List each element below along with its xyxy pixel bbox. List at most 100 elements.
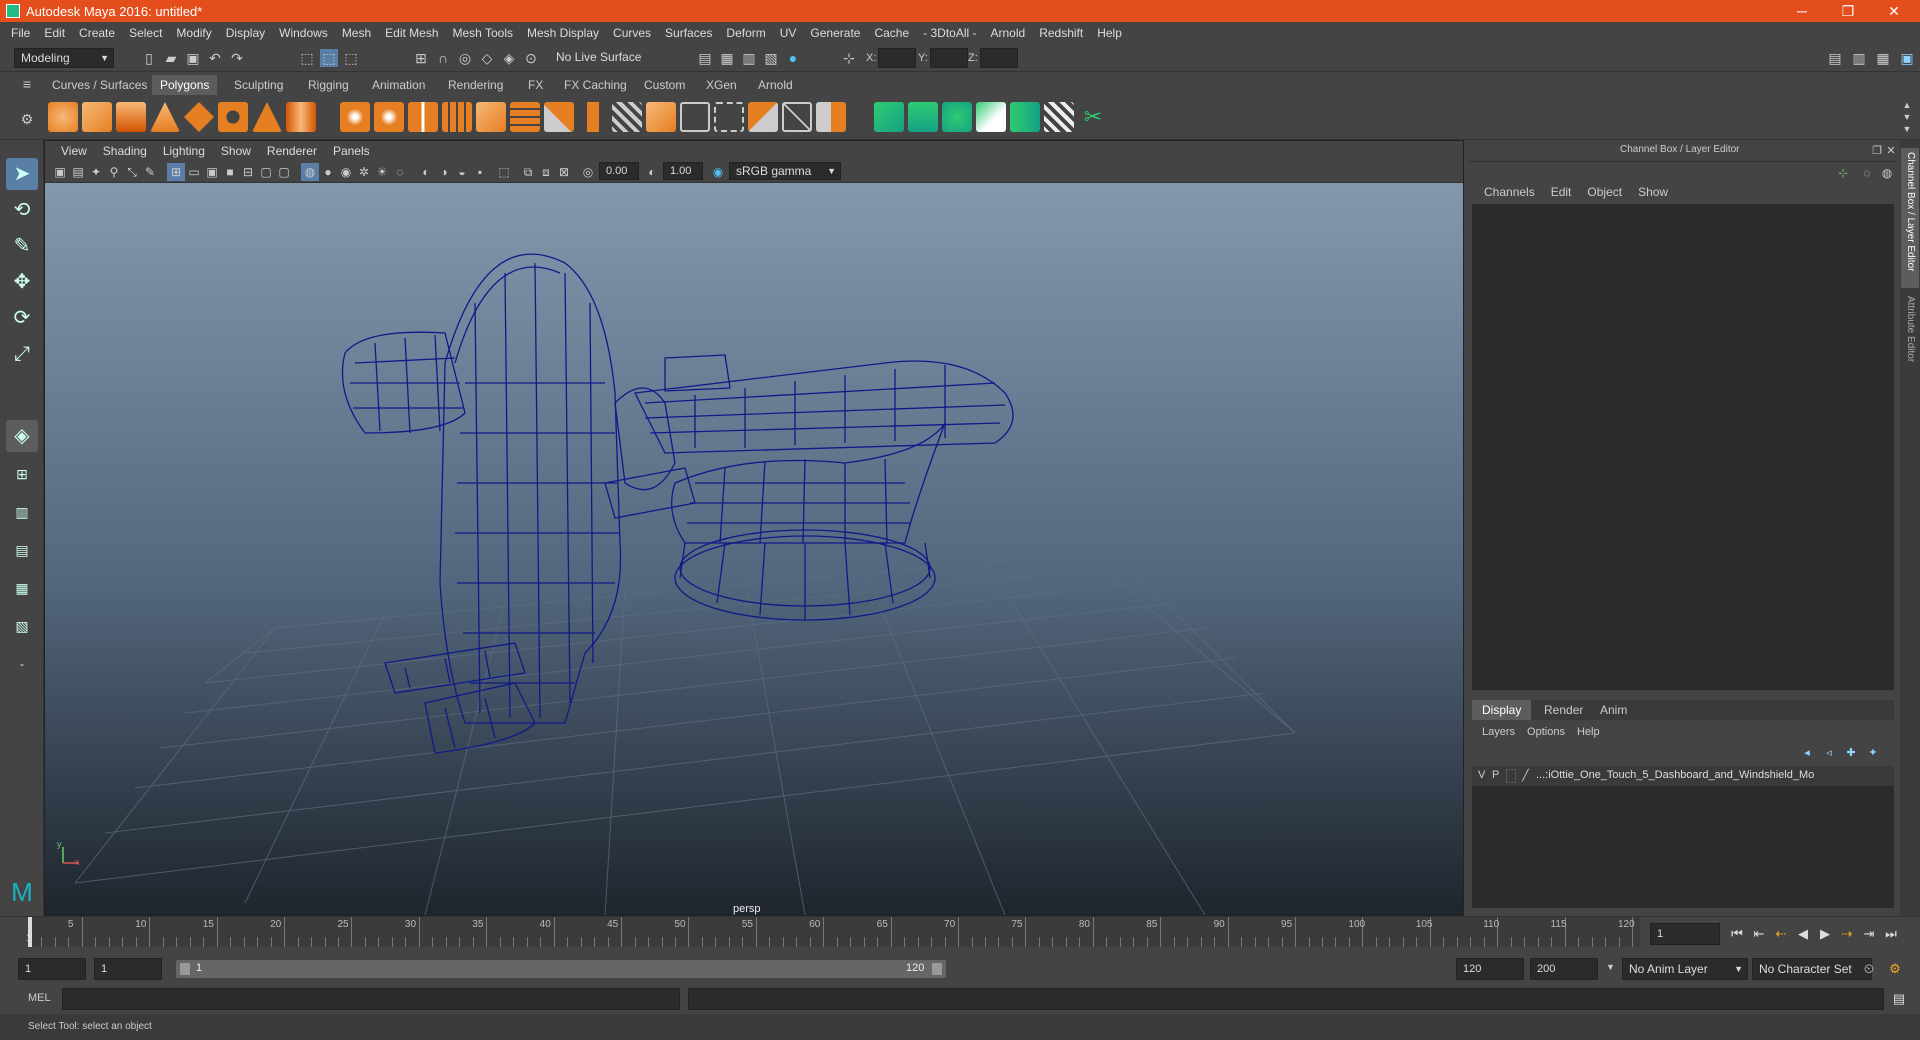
script-editor-icon[interactable]: ▤ (1890, 990, 1908, 1008)
open-scene-icon[interactable]: ▰ (162, 49, 180, 67)
attribute-editor-toggle-icon[interactable]: ▥ (1850, 49, 1868, 67)
z-field[interactable] (980, 48, 1018, 68)
close-panel-icon[interactable]: ✕ (1882, 142, 1900, 160)
shelf-menu-icon[interactable]: ≡ (18, 75, 36, 93)
cb-menu-object[interactable]: Object (1579, 185, 1630, 199)
play-forwards-icon[interactable]: ▶ (1816, 925, 1834, 943)
channel-box-toggle-icon[interactable]: ▣ (1898, 49, 1916, 67)
vp-menu-panels[interactable]: Panels (325, 144, 378, 158)
layer-display-type-toggle[interactable] (1506, 769, 1516, 783)
menu-edit-mesh[interactable]: Edit Mesh (378, 26, 445, 40)
new-layer-icon[interactable]: ✚ (1842, 744, 1860, 762)
poly-pipe-icon[interactable] (286, 102, 316, 132)
smooth-shade-icon[interactable]: ● (319, 163, 337, 181)
snap-curve-icon[interactable]: ∩ (434, 49, 452, 67)
close-button[interactable]: ✕ (1872, 0, 1916, 22)
menu-arnold[interactable]: Arnold (984, 26, 1033, 40)
vp-menu-renderer[interactable]: Renderer (259, 144, 325, 158)
multisample-aa-icon[interactable]: ◒ (453, 163, 471, 181)
color-management-icon[interactable]: ◉ (709, 163, 727, 181)
persp-outliner-layout-icon[interactable]: ▥ (6, 496, 38, 528)
new-scene-icon[interactable]: ▯ (140, 49, 158, 67)
side-tab-channel-box[interactable]: Channel Box / Layer Editor (1901, 148, 1919, 288)
exposure-field[interactable]: 0.00 (599, 162, 639, 180)
grid-toggle-icon[interactable]: ⊞ (167, 163, 185, 181)
select-tool-icon[interactable]: ➤ (6, 158, 38, 190)
append-to-polygon-icon[interactable] (748, 102, 778, 132)
extrude-icon[interactable] (578, 102, 608, 132)
layer-visibility-toggle[interactable]: V (1478, 769, 1485, 781)
snap-live-icon[interactable]: ◈ (500, 49, 518, 67)
tab-xgen[interactable]: XGen (698, 75, 745, 95)
smooth-icon[interactable] (408, 102, 438, 132)
maximize-button[interactable]: ❐ (1826, 0, 1870, 22)
cb-menu-edit[interactable]: Edit (1543, 185, 1580, 199)
tab-rigging[interactable]: Rigging (300, 75, 357, 95)
move-layer-down-icon[interactable]: ◃ (1820, 744, 1838, 762)
wireframe-icon[interactable]: ◍ (301, 163, 319, 181)
tab-arnold[interactable]: Arnold (750, 75, 801, 95)
poly-torus-icon[interactable] (218, 102, 248, 132)
current-time-indicator[interactable] (28, 917, 32, 947)
auto-key-icon[interactable]: ⏲ (1860, 960, 1878, 978)
vp-menu-show[interactable]: Show (213, 144, 259, 158)
move-tool-icon[interactable]: ✥ (6, 266, 38, 298)
bevel-icon[interactable] (646, 102, 676, 132)
transform-mode-icon[interactable]: ⊹ (840, 49, 858, 67)
poly-cube-icon[interactable] (82, 102, 112, 132)
range-bar[interactable]: 1 120 (176, 960, 946, 978)
vp-menu-view[interactable]: View (53, 144, 95, 158)
xray-components-icon[interactable]: ⊠ (555, 163, 573, 181)
xray-joints-icon[interactable]: ⧈ (537, 163, 555, 181)
channel-list[interactable] (1472, 204, 1894, 690)
tab-animation[interactable]: Animation (364, 75, 433, 95)
menu-generate[interactable]: Generate (803, 26, 867, 40)
step-back-frame-icon[interactable]: ⇠ (1772, 925, 1790, 943)
playback-end-field[interactable]: 120 (1456, 958, 1524, 980)
uv-cut-sew-icon[interactable]: ✂ (1078, 102, 1108, 132)
depth-of-field-icon[interactable]: ▪ (471, 163, 489, 181)
menu-help[interactable]: Help (1090, 26, 1129, 40)
vp-menu-lighting[interactable]: Lighting (155, 144, 213, 158)
menu-surfaces[interactable]: Surfaces (658, 26, 719, 40)
extract-icon[interactable] (476, 102, 506, 132)
checker-icon[interactable] (1044, 102, 1074, 132)
undo-icon[interactable]: ↶ (206, 49, 224, 67)
poly-sphere-icon[interactable] (48, 102, 78, 132)
3d-scene-view[interactable]: y x persp (45, 183, 1463, 916)
layer-tab-display[interactable]: Display (1472, 700, 1532, 720)
tab-fx-caching[interactable]: FX Caching (556, 75, 635, 95)
hypershade-icon[interactable]: ● (784, 49, 802, 67)
select-component-icon[interactable]: ⬚ (342, 49, 360, 67)
snap-grid-icon[interactable]: ⊞ (412, 49, 430, 67)
layer-menu-options[interactable]: Options (1521, 726, 1571, 738)
step-forward-key-icon[interactable]: ⇥ (1860, 925, 1878, 943)
poly-pyramid-icon[interactable] (252, 102, 282, 132)
go-to-end-icon[interactable]: ⏭ (1882, 925, 1900, 943)
cb-menu-channels[interactable]: Channels (1476, 185, 1543, 199)
custom-layout-icon[interactable]: - (6, 648, 38, 680)
safe-action-icon[interactable]: ▢ (257, 163, 275, 181)
menu-windows[interactable]: Windows (272, 26, 335, 40)
snap-vertex-icon[interactable]: ⊙ (522, 49, 540, 67)
range-end-handle[interactable] (932, 963, 942, 975)
menu-edit[interactable]: Edit (37, 26, 72, 40)
mel-input[interactable] (62, 988, 680, 1010)
menu-3dtoall[interactable]: - 3DtoAll - (916, 26, 983, 40)
paint-select-tool-icon[interactable]: ✎ (6, 230, 38, 262)
layer-playback-toggle[interactable]: P (1492, 769, 1499, 781)
step-forward-frame-icon[interactable]: ⇢ (1838, 925, 1856, 943)
snap-point-icon[interactable]: ◎ (456, 49, 474, 67)
side-tab-attribute-editor[interactable]: Attribute Editor (1901, 292, 1919, 382)
modeling-toolkit-icon[interactable]: ▤ (1826, 49, 1844, 67)
menu-mesh-tools[interactable]: Mesh Tools (446, 26, 520, 40)
xray-icon[interactable]: ⧉ (519, 163, 537, 181)
tab-fx[interactable]: FX (520, 75, 551, 95)
shelf-settings-icon[interactable]: ⚙ (18, 110, 36, 128)
snap-view-icon[interactable]: ◇ (478, 49, 496, 67)
save-scene-icon[interactable]: ▣ (184, 49, 202, 67)
tab-custom[interactable]: Custom (636, 75, 693, 95)
menu-select[interactable]: Select (122, 26, 169, 40)
playback-start-field[interactable]: 1 (94, 958, 162, 980)
wireframe-on-shaded-icon[interactable]: ◉ (337, 163, 355, 181)
